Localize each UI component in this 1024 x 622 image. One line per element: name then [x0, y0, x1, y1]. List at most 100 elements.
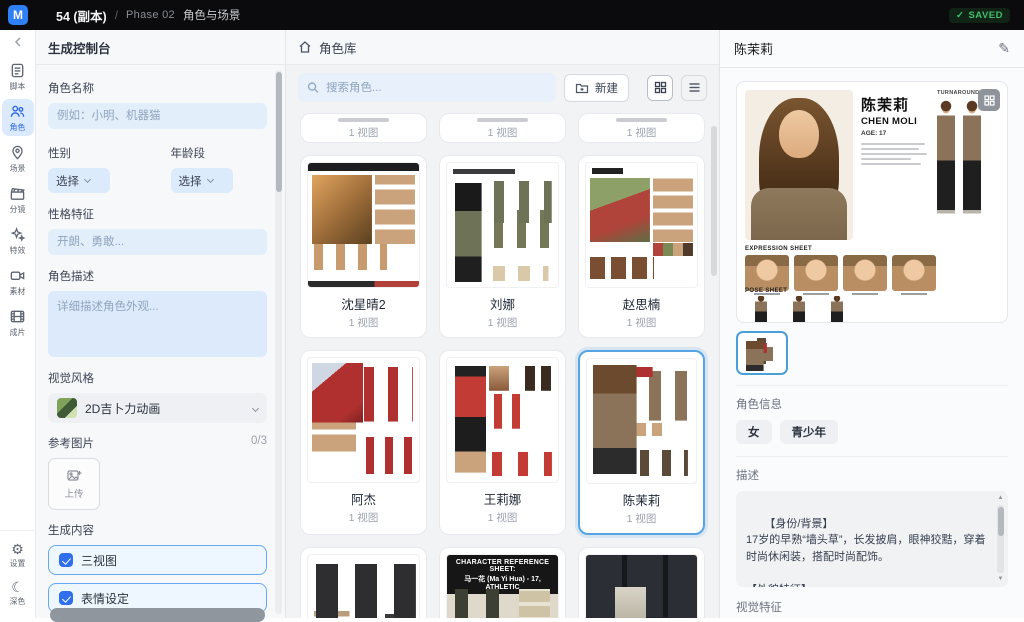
option-label: 三视图	[81, 552, 117, 569]
console-scrollbar[interactable]	[275, 70, 282, 614]
character-card-shen2[interactable]: 沈星晴21 视图	[300, 155, 427, 338]
generate-button[interactable]	[50, 608, 265, 622]
card-views: 1 视图	[446, 315, 559, 330]
character-card-yexiaoling[interactable]: 叶小玲1 视图	[300, 547, 427, 618]
name-label: 角色名称	[48, 80, 267, 96]
breadcrumb-phase[interactable]: Phase 02	[126, 9, 175, 21]
sheet-thumbnail-selected[interactable]	[736, 331, 788, 375]
upload-image-button[interactable]: 上传	[48, 458, 100, 510]
visual-features-label: 视觉特征	[736, 599, 1008, 615]
card-views: 1 视图	[446, 125, 559, 140]
list-view-icon	[688, 81, 701, 94]
search-box[interactable]	[298, 73, 556, 102]
new-character-button[interactable]: 新建	[564, 74, 629, 102]
traits-input[interactable]	[48, 229, 267, 255]
document-icon	[9, 62, 26, 79]
traits-label: 性格特征	[48, 206, 267, 222]
grid-view-toggle[interactable]	[647, 75, 673, 101]
sidebar-item-assets[interactable]: 素材	[2, 263, 34, 300]
character-description-textarea[interactable]	[48, 291, 267, 357]
breadcrumb-separator: /	[115, 8, 118, 22]
sidebar-item-scenes[interactable]: 场景	[2, 140, 34, 177]
description-text: 【身份/背景】 17岁的早熟“墙头草”，长发披肩，眼神狡黠，穿着时尚休闲装，搭配…	[746, 518, 986, 588]
character-name-input[interactable]	[48, 103, 267, 129]
sidebar-item-label: 成片	[10, 326, 26, 337]
generation-console-panel: 生成控制台 角色名称 性别 选择 年龄段 选择 性格特征 角色描述	[36, 30, 286, 618]
age-select[interactable]: 选择	[171, 168, 233, 193]
card-name: 沈星晴2	[307, 294, 420, 313]
upload-label: 上传	[64, 486, 83, 500]
character-card-wanglina[interactable]: 王莉娜1 视图	[439, 350, 566, 535]
image-upload-icon	[66, 468, 82, 484]
card-name: 赵思楠	[585, 294, 698, 313]
checkbox-checked-icon[interactable]	[59, 591, 73, 605]
project-title: 54 (副本)	[56, 6, 107, 25]
top-bar: M 54 (副本) / Phase 02 角色与场景 ✓ SAVED	[0, 0, 1024, 30]
check-icon: ✓	[956, 10, 964, 21]
sidebar-item-label: 特效	[10, 244, 26, 255]
character-sheet-thumbnail	[307, 357, 420, 483]
character-card-partial[interactable]: 1 视图	[300, 113, 427, 143]
search-input[interactable]	[326, 82, 547, 94]
description-label: 描述	[736, 467, 1008, 483]
character-card-ajie[interactable]: 阿杰 1 视图	[300, 350, 427, 535]
list-view-toggle[interactable]	[681, 75, 707, 101]
search-icon	[307, 81, 319, 94]
scroll-down-icon[interactable]: ▼	[998, 575, 1004, 584]
character-sheet-thumbnail: CHARACTER REFERENCE SHEET:马一花 (Ma Yi Hua…	[446, 554, 559, 618]
sidebar-item-storyboard[interactable]: 分镜	[2, 181, 34, 218]
character-card-partial[interactable]: 1 视图	[439, 113, 566, 143]
sheet-header-line1: CHARACTER REFERENCE SHEET:	[449, 559, 556, 573]
console-title: 生成控制台	[36, 30, 285, 65]
edit-icon[interactable]: ✎	[998, 40, 1010, 57]
gender-select[interactable]: 选择	[48, 168, 110, 193]
reference-images-label: 参考图片 0/3	[48, 435, 267, 451]
detail-title: 陈茉莉	[734, 39, 773, 58]
sidebar-item-settings[interactable]: ⚙ 设置	[2, 538, 34, 572]
sidebar-item-label: 分镜	[10, 203, 26, 214]
sidebar-item-label: 场景	[10, 162, 26, 173]
save-status-badge: ✓ SAVED	[949, 8, 1010, 23]
card-name: 刘娜	[446, 294, 559, 313]
sidebar-item-label: 脚本	[10, 80, 26, 91]
app-logo[interactable]: M	[8, 5, 28, 25]
card-views: 1 视图	[307, 510, 420, 525]
sidebar-item-effects[interactable]: 特效	[2, 222, 34, 259]
home-icon	[298, 40, 312, 54]
option-label: 表情设定	[81, 590, 129, 607]
character-card-mayihua[interactable]: CHARACTER REFERENCE SHEET:马一花 (Ma Yi Hua…	[439, 547, 566, 618]
card-name: 阿杰	[307, 489, 420, 508]
character-sheet-image[interactable]: 陈茉莉 CHEN MOLI AGE: 17 TURNAROUND EXPRESS…	[736, 81, 1008, 323]
sidebar-item-label: 深色	[10, 595, 26, 606]
character-card-shen1[interactable]: 沈星晴1 视图	[578, 547, 705, 618]
sparkles-icon	[9, 226, 26, 243]
sidebar-item-output[interactable]: 成片	[2, 304, 34, 341]
description-box[interactable]: 【身份/背景】 17岁的早熟“墙头草”，长发披肩，眼神狡黠，穿着时尚休闲装，搭配…	[736, 491, 1008, 587]
character-card-zhaosinan[interactable]: 赵思楠1 视图	[578, 155, 705, 338]
chevron-left-icon	[12, 36, 24, 48]
character-sheet-thumbnail	[307, 554, 420, 618]
breadcrumb-page[interactable]: 角色与场景	[183, 7, 241, 23]
character-card-partial[interactable]: 1 视图	[578, 113, 705, 143]
description-scrollbar[interactable]: ▲ ▼	[996, 494, 1005, 584]
sidebar-item-script[interactable]: 脚本	[2, 58, 34, 95]
gear-icon: ⚙	[11, 542, 24, 556]
generation-content-label: 生成内容	[48, 522, 267, 538]
age-select-value: 选择	[179, 173, 202, 189]
library-scrollbar[interactable]	[711, 126, 717, 276]
character-sheet-thumbnail	[585, 554, 698, 618]
character-card-liuna[interactable]: 刘娜 1 视图	[439, 155, 566, 338]
checkbox-checked-icon[interactable]	[59, 553, 73, 567]
collapse-sidebar-button[interactable]	[12, 36, 24, 48]
character-info-label: 角色信息	[736, 396, 1008, 412]
gender-select-value: 选择	[56, 173, 79, 189]
pose-sheet-label: POSE SHEET	[745, 288, 999, 294]
sheet-name-en: CHEN MOLI	[861, 116, 933, 127]
character-card-chenmoli[interactable]: 陈茉莉1 视图	[578, 350, 705, 535]
expand-grid-icon[interactable]	[978, 89, 1000, 111]
option-three-views[interactable]: 三视图	[48, 545, 267, 575]
scroll-up-icon[interactable]: ▲	[998, 494, 1004, 503]
visual-style-select[interactable]: 2D吉卜力动画	[48, 393, 267, 423]
sidebar-item-theme[interactable]: ☾ 深色	[2, 576, 34, 610]
sidebar-item-characters[interactable]: 角色	[2, 99, 34, 136]
